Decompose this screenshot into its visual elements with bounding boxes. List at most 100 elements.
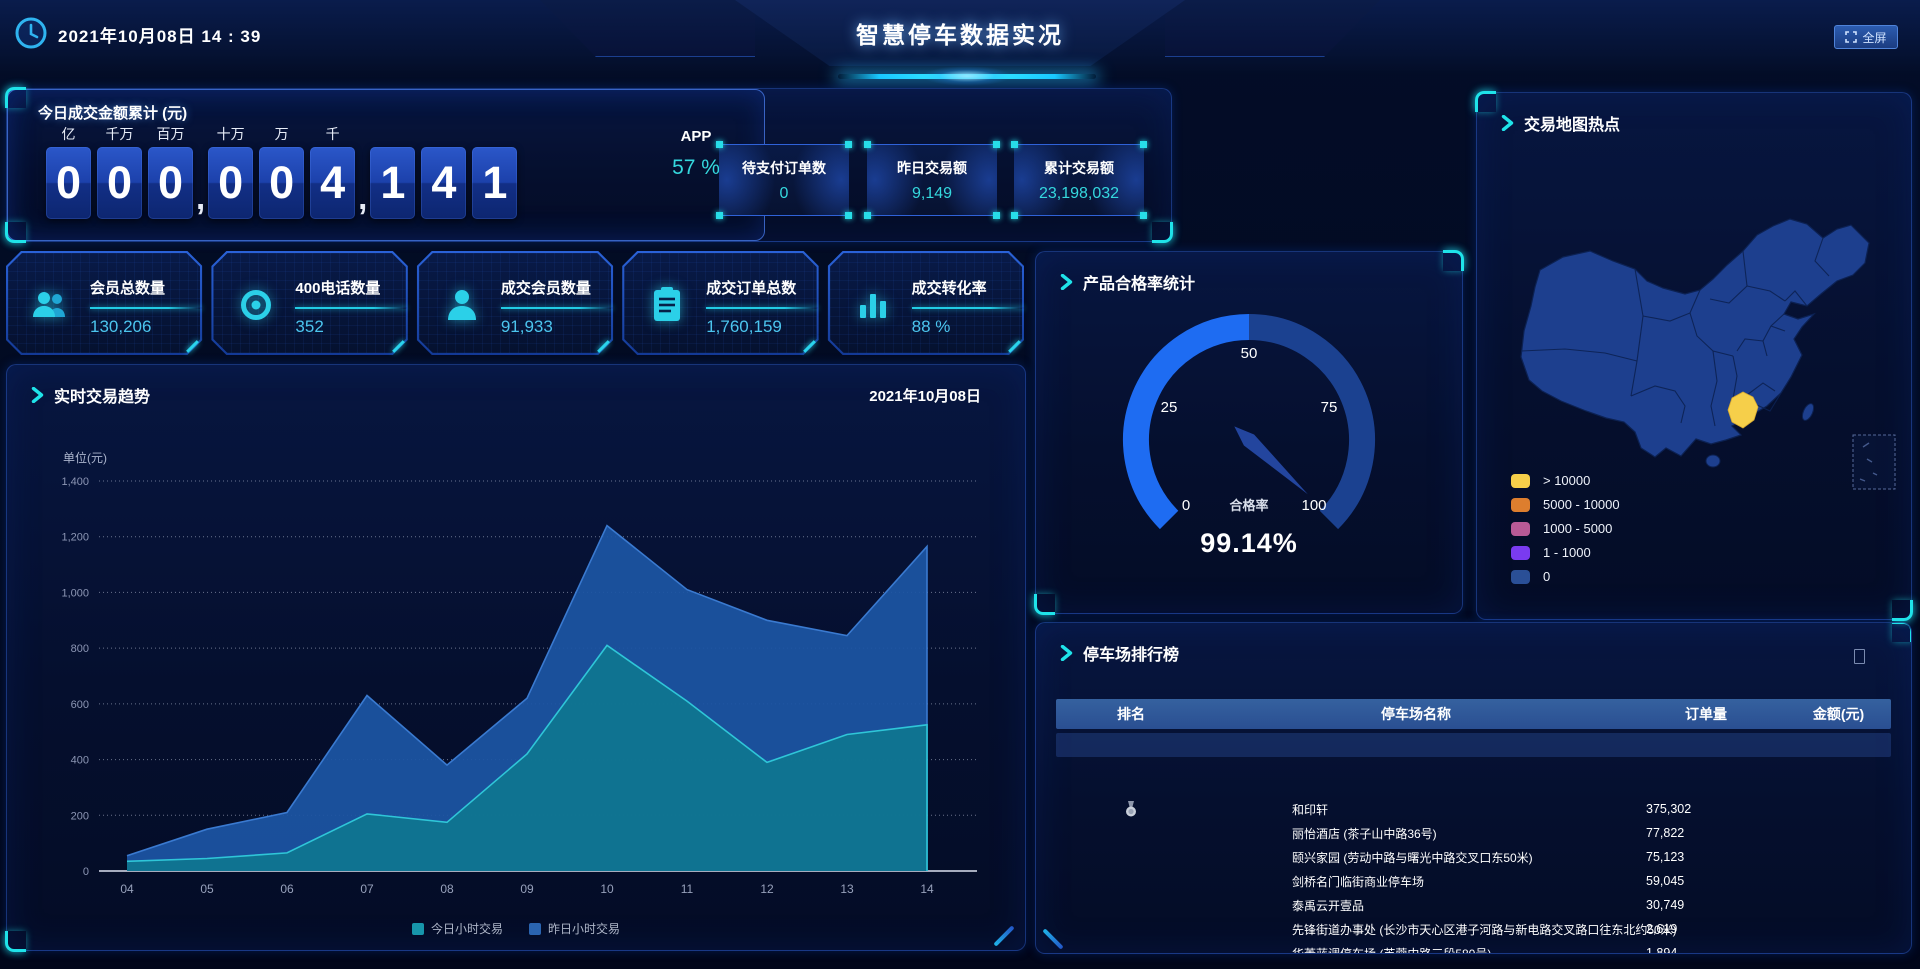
trend-area-chart: 02004006008001,0001,2001,400040506070809… (37, 461, 997, 916)
legend-label: 0 (1543, 569, 1550, 584)
svg-text:合格率: 合格率 (1229, 498, 1268, 513)
stat-card-label: 成交订单总数 (706, 277, 818, 298)
legend-label: 昨日小时交易 (548, 920, 620, 937)
gauge-panel-title: 产品合格率统计 (1083, 270, 1195, 294)
summary-box-label: 昨日交易额 (867, 158, 997, 178)
china-heat-map (1485, 191, 1905, 496)
trend-legend-item[interactable]: 昨日小时交易 (529, 920, 620, 937)
trend-legend-item[interactable]: 今日小时交易 (412, 920, 503, 937)
map-legend-item[interactable]: > 10000 (1511, 473, 1620, 488)
stat-card: 成交订单总数1,760,159 (622, 251, 818, 355)
digit-card: 0 (46, 147, 91, 219)
fullscreen-button[interactable]: 全屏 (1834, 25, 1898, 49)
svg-text:200: 200 (71, 810, 89, 822)
svg-text:1,400: 1,400 (61, 476, 89, 488)
ranking-table-body: 和印轩375,302¥ 10,185丽怡酒店 (茶子山中路36号)77,822¥… (1056, 733, 1891, 954)
app-label: APP (650, 128, 742, 145)
ranking-widget-icon[interactable] (1854, 649, 1865, 664)
fullscreen-icon (1845, 31, 1857, 43)
amount-panel-title: 今日成交金额累计 (元) (38, 102, 187, 123)
map-legend-item[interactable]: 0 (1511, 569, 1620, 584)
digit-card: 4 (421, 147, 466, 219)
stat-card-divider (501, 307, 613, 309)
summary-box-label: 累计交易额 (1014, 158, 1144, 178)
trend-date: 2021年10月08日 (869, 385, 981, 406)
stat-card-label: 成交会员数量 (501, 277, 613, 298)
svg-text:400: 400 (71, 755, 89, 767)
svg-text:13: 13 (840, 882, 854, 896)
chevron-right-icon (1060, 645, 1073, 661)
ranking-panel-title: 停车场排行榜 (1083, 641, 1179, 665)
panel-trend: 实时交易趋势 2021年10月08日 单位(元) 02004006008001,… (6, 364, 1026, 951)
summary-box-value: 9,149 (867, 185, 997, 203)
digit-column: 十万 0 (208, 124, 253, 219)
banner-glow-line (838, 74, 1096, 79)
pass-rate-gauge: 0255075100合格率 (1036, 308, 1462, 633)
stat-card-divider (706, 307, 818, 309)
svg-text:100: 100 (1301, 497, 1326, 514)
page-title: 智慧停车数据实况 (856, 16, 1064, 50)
stat-card-label: 成交转化率 (912, 277, 1024, 298)
legend-label: > 10000 (1543, 473, 1590, 488)
digit-column: 千4 (310, 124, 355, 219)
digit-card: 0 (97, 147, 142, 219)
ranking-column-header: 停车场名称 (1206, 704, 1626, 724)
map-legend-item[interactable]: 1 - 1000 (1511, 545, 1620, 560)
amount-counter-frame: 今日成交金额累计 (元) 亿0千万0百万0,十万0万0千4,141 APP 57… (7, 89, 765, 241)
panel-today-amount: 今日成交金额累计 (元) 亿0千万0百万0,十万0万0千4,141 APP 57… (6, 88, 1172, 242)
digit-separator: , (358, 179, 367, 217)
summary-box-label: 待支付订单数 (719, 158, 849, 178)
ranking-row: 丽怡酒店 (茶子山中路36号)77,822¥ 251,285 (1056, 757, 1891, 781)
parking-lot-name: 颐兴家园 (劳动中路与曙光中路交叉口东50米) (1206, 849, 1626, 866)
order-count: 75,123 (1626, 850, 1786, 864)
digit-card: 0 (259, 147, 304, 219)
svg-text:07: 07 (360, 882, 374, 896)
province-hunan (1728, 392, 1758, 428)
title-banner: 智慧停车数据实况 (735, 0, 1185, 66)
fullscreen-label: 全屏 (1862, 29, 1886, 46)
chevron-right-icon (1501, 115, 1514, 131)
stat-card-label: 400电话数量 (295, 277, 407, 298)
digit-unit-label: 十万 (217, 124, 245, 143)
order-count: 1,894 (1626, 946, 1786, 954)
legend-swatch (1511, 498, 1530, 512)
ranking-table-header: 排名停车场名称订单量金额(元) (1056, 699, 1891, 729)
top-header: 2021年10月08日 14 : 39 智慧停车数据实况 全屏 (0, 0, 1920, 74)
svg-text:05: 05 (200, 882, 214, 896)
svg-text:04: 04 (120, 882, 134, 896)
svg-text:25: 25 (1161, 399, 1178, 416)
summary-box-value: 23,198,032 (1014, 185, 1144, 203)
datetime-text: 2021年10月08日 14 : 39 (58, 22, 261, 47)
summary-box-value: 0 (719, 185, 849, 203)
member-icon (439, 283, 485, 327)
ranking-column-header: 金额(元) (1786, 704, 1891, 724)
digit-card: 0 (208, 147, 253, 219)
ranking-row: 和印轩375,302¥ 10,185 (1056, 733, 1891, 757)
parking-lot-name: 丽怡酒店 (茶子山中路36号) (1206, 825, 1626, 842)
map-legend-item[interactable]: 5000 - 10000 (1511, 497, 1620, 512)
pass-rate-value: 99.14% (1036, 528, 1462, 559)
chevron-right-icon (1060, 274, 1073, 290)
amount-digit-counter: 亿0千万0百万0,十万0万0千4,141 (46, 124, 517, 219)
svg-text:600: 600 (71, 699, 89, 711)
legend-swatch (1511, 570, 1530, 584)
digit-column: 千万 0 (97, 124, 142, 219)
stat-card: 会员总数量130,206 (6, 251, 202, 355)
digit-unit-label: 亿 (62, 124, 76, 143)
medal-icon (1056, 801, 1206, 818)
stat-card-divider (90, 307, 202, 309)
svg-text:1,200: 1,200 (61, 532, 89, 544)
digit-unit-label: 百万 (157, 124, 185, 143)
digit-card: 4 (310, 147, 355, 219)
digit-unit-label: 千万 (106, 124, 134, 143)
digit-column: 1 (370, 124, 415, 219)
legend-swatch (529, 923, 541, 935)
digit-card: 1 (370, 147, 415, 219)
order-count: 59,045 (1626, 874, 1786, 888)
map-legend-item[interactable]: 1000 - 5000 (1511, 521, 1620, 536)
digit-column: 4 (421, 124, 466, 219)
legend-label: 1 - 1000 (1543, 545, 1591, 560)
parking-lot-name: 先锋街道办事处 (长沙市天心区港子河路与新电路交叉路口往东北约50米) (1206, 921, 1626, 938)
chevron-right-icon (31, 387, 44, 403)
legend-swatch (412, 923, 424, 935)
